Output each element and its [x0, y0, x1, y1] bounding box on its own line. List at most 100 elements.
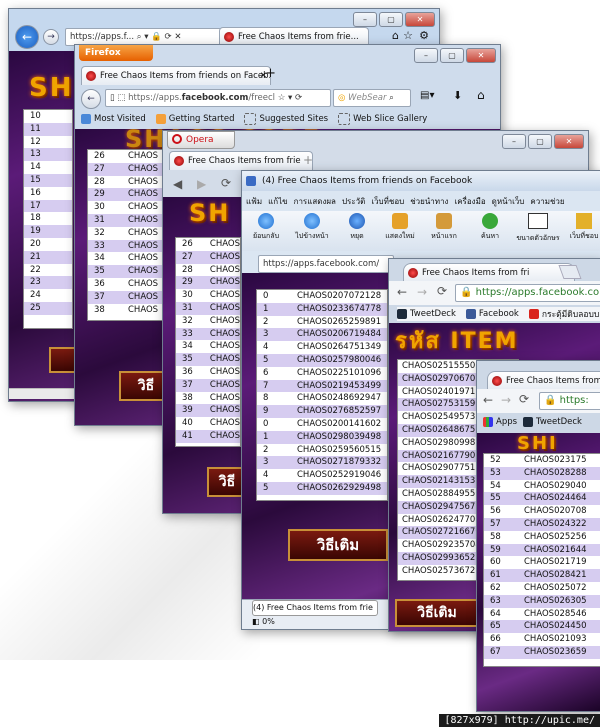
chrome-tab[interactable]: Free Chaos Items from fri✕ [403, 263, 575, 282]
reload-icon[interactable]: ⟳ [519, 392, 529, 406]
bookmark-suggested-sites[interactable]: Suggested Sites [244, 113, 328, 125]
row-number: 5 [263, 354, 269, 365]
menu-view[interactable]: การแสดงผล [294, 195, 336, 208]
firefox-tab[interactable]: Free Chaos Items from friends on Faceb..… [81, 66, 271, 85]
reload-icon[interactable]: ⟳ [437, 284, 447, 298]
toolbar-home[interactable]: หน้าแรก [424, 213, 464, 242]
back-icon[interactable]: ← [15, 25, 39, 49]
new-tab-button[interactable] [558, 265, 582, 279]
minimize-icon[interactable]: – [502, 134, 526, 149]
row-number: 23 [30, 277, 41, 288]
menu-history[interactable]: ประวัติ [342, 195, 365, 208]
firefox-search-box[interactable]: ◎ WebSear ⌕ [333, 89, 411, 107]
maximize-icon[interactable]: ▢ [528, 134, 552, 149]
forward-icon[interactable]: → [417, 285, 427, 299]
status-tab[interactable]: (4) Free Chaos Items from frie [252, 600, 378, 616]
chrome1-method-button[interactable]: วิธีเติม [395, 599, 479, 627]
thai-method-button[interactable]: วิธีเติม [288, 529, 388, 561]
row-number: 30 [182, 290, 193, 301]
toolbar-font-size[interactable]: ขนาดตัวอักษร [516, 213, 560, 244]
row-number: 34 [94, 253, 105, 264]
thai-address-bar[interactable]: https://apps.facebook.com/ [258, 255, 394, 273]
table-row: 57 CHAOS024322 [484, 517, 600, 531]
chrome-address-bar[interactable]: 🔒 https://apps.facebook.com [455, 284, 600, 302]
code-cell: CHAOS021644 [524, 544, 587, 555]
code-cell: CHAOS [128, 214, 159, 225]
new-tab-button[interactable]: + [303, 153, 313, 167]
bookmark-apps[interactable]: Apps [483, 417, 517, 427]
toolbar-refresh[interactable]: แสดงใหม่ [382, 213, 418, 242]
maximize-icon[interactable]: ▢ [379, 12, 403, 27]
chrome2-address-bar[interactable]: 🔒 https: [539, 392, 600, 410]
table-row: 17 [24, 199, 72, 213]
code-cell: CHAOS [209, 405, 240, 416]
toolbar-favorites[interactable]: เว็บที่ชอบ [564, 213, 600, 242]
row-number: 60 [490, 557, 501, 568]
back-icon[interactable]: ← [397, 285, 407, 299]
row-number: 33 [182, 328, 193, 339]
code-cell: CHAOS029040 [524, 480, 587, 491]
thai-toolbar: ย้อนกลับ ไปข้างหน้า หยุด แสดงใหม่ หน้าแร… [242, 211, 600, 251]
toolbar-search[interactable]: ค้นหา [472, 213, 508, 242]
forward-icon[interactable]: ▶ [197, 177, 206, 191]
bookmark-web-slice-gallery[interactable]: Web Slice Gallery [338, 113, 427, 125]
code-cell: CHAOS [128, 189, 159, 200]
gear-icon[interactable]: ⚙ [419, 29, 429, 42]
forward-icon[interactable]: → [501, 393, 511, 407]
download-icon[interactable]: ⬇ [453, 89, 462, 102]
bookmark-most-visited[interactable]: Most Visited [81, 113, 146, 125]
favicon-icon [86, 71, 96, 81]
menu-edit[interactable]: แก้ไข [268, 195, 288, 208]
thai-title-bar: (4) Free Chaos Items from friends on Fac… [242, 171, 600, 191]
close-icon[interactable]: ✕ [466, 48, 496, 63]
minimize-icon[interactable]: – [414, 48, 438, 63]
toolbar-stop[interactable]: หยุด [340, 213, 374, 242]
table-row: 0 CHAOS0200141602 [257, 418, 387, 431]
firefox-address-bar[interactable]: ▯ ⬚ https://apps.facebook.com/freecl ☆ ▾… [105, 89, 331, 107]
opera-app-button[interactable]: Opera [167, 131, 235, 149]
favorites-icon[interactable]: ☆ [403, 29, 413, 42]
firefox-app-button[interactable]: Firefox [79, 45, 153, 61]
menu-favorites[interactable]: เว็บที่ชอบ [371, 195, 404, 208]
chrome-tab[interactable]: Free Chaos Items from fri [487, 371, 600, 390]
favicon-icon [174, 156, 184, 166]
menu-view-page[interactable]: ดูหน้าเว็บ [492, 195, 525, 208]
toolbar-forward[interactable]: ไปข้างหน้า [294, 213, 330, 242]
close-icon[interactable]: ✕ [554, 134, 584, 149]
table-row: 56 CHAOS020708 [484, 505, 600, 518]
table-row: 14 [24, 161, 72, 174]
close-icon[interactable]: ✕ [405, 12, 435, 27]
bookmark-tweetdeck[interactable]: TweetDeck [397, 307, 456, 321]
menu-file[interactable]: แฟ้ม [246, 195, 262, 208]
minimize-icon[interactable]: – [353, 12, 377, 27]
back-icon[interactable]: ← [483, 393, 493, 407]
back-icon[interactable]: ◀ [173, 177, 182, 191]
page-icon [246, 176, 256, 186]
maximize-icon[interactable]: ▢ [440, 48, 464, 63]
bookmark-getting-started[interactable]: Getting Started [155, 113, 234, 125]
table-row: 2 CHAOS0259560515 [257, 444, 387, 457]
new-tab-button[interactable]: + [265, 66, 276, 81]
menu-tools[interactable]: เครื่องมือ [454, 195, 485, 208]
reload-icon[interactable]: ⟳ [221, 176, 231, 190]
table-row: 33 CHAOS [88, 239, 168, 253]
row-number: 66 [490, 634, 501, 645]
table-row: 8 CHAOS0248692947 [257, 392, 387, 405]
menu-help[interactable]: ความช่วย [530, 195, 564, 208]
home-icon[interactable]: ⌂ [392, 29, 399, 42]
opera-tab[interactable]: Free Chaos Items from frie [169, 151, 313, 170]
code-cell: CHAOS029475677 [402, 501, 481, 512]
toolbar-back[interactable]: ย้อนกลับ [248, 213, 284, 242]
table-row: 31 CHAOS [176, 301, 240, 315]
refresh-icon [392, 213, 408, 229]
code-cell: CHAOS024450 [524, 621, 587, 632]
home-icon[interactable]: ⌂ [477, 88, 485, 102]
menu-navigate[interactable]: ช่วยนำทาง [410, 195, 448, 208]
back-icon[interactable]: ← [81, 89, 101, 109]
forward-icon[interactable]: → [43, 29, 59, 45]
bookmark-thai[interactable]: กระตุ้มีดิบลอบบ » [528, 307, 600, 321]
bookmark-tweetdeck[interactable]: TweetDeck [523, 417, 582, 427]
bookmark-menu-icon[interactable]: ▤▾ [420, 90, 434, 101]
code-cell: CHAOS0200141602 [297, 418, 382, 429]
bookmark-facebook[interactable]: Facebook [465, 307, 519, 321]
